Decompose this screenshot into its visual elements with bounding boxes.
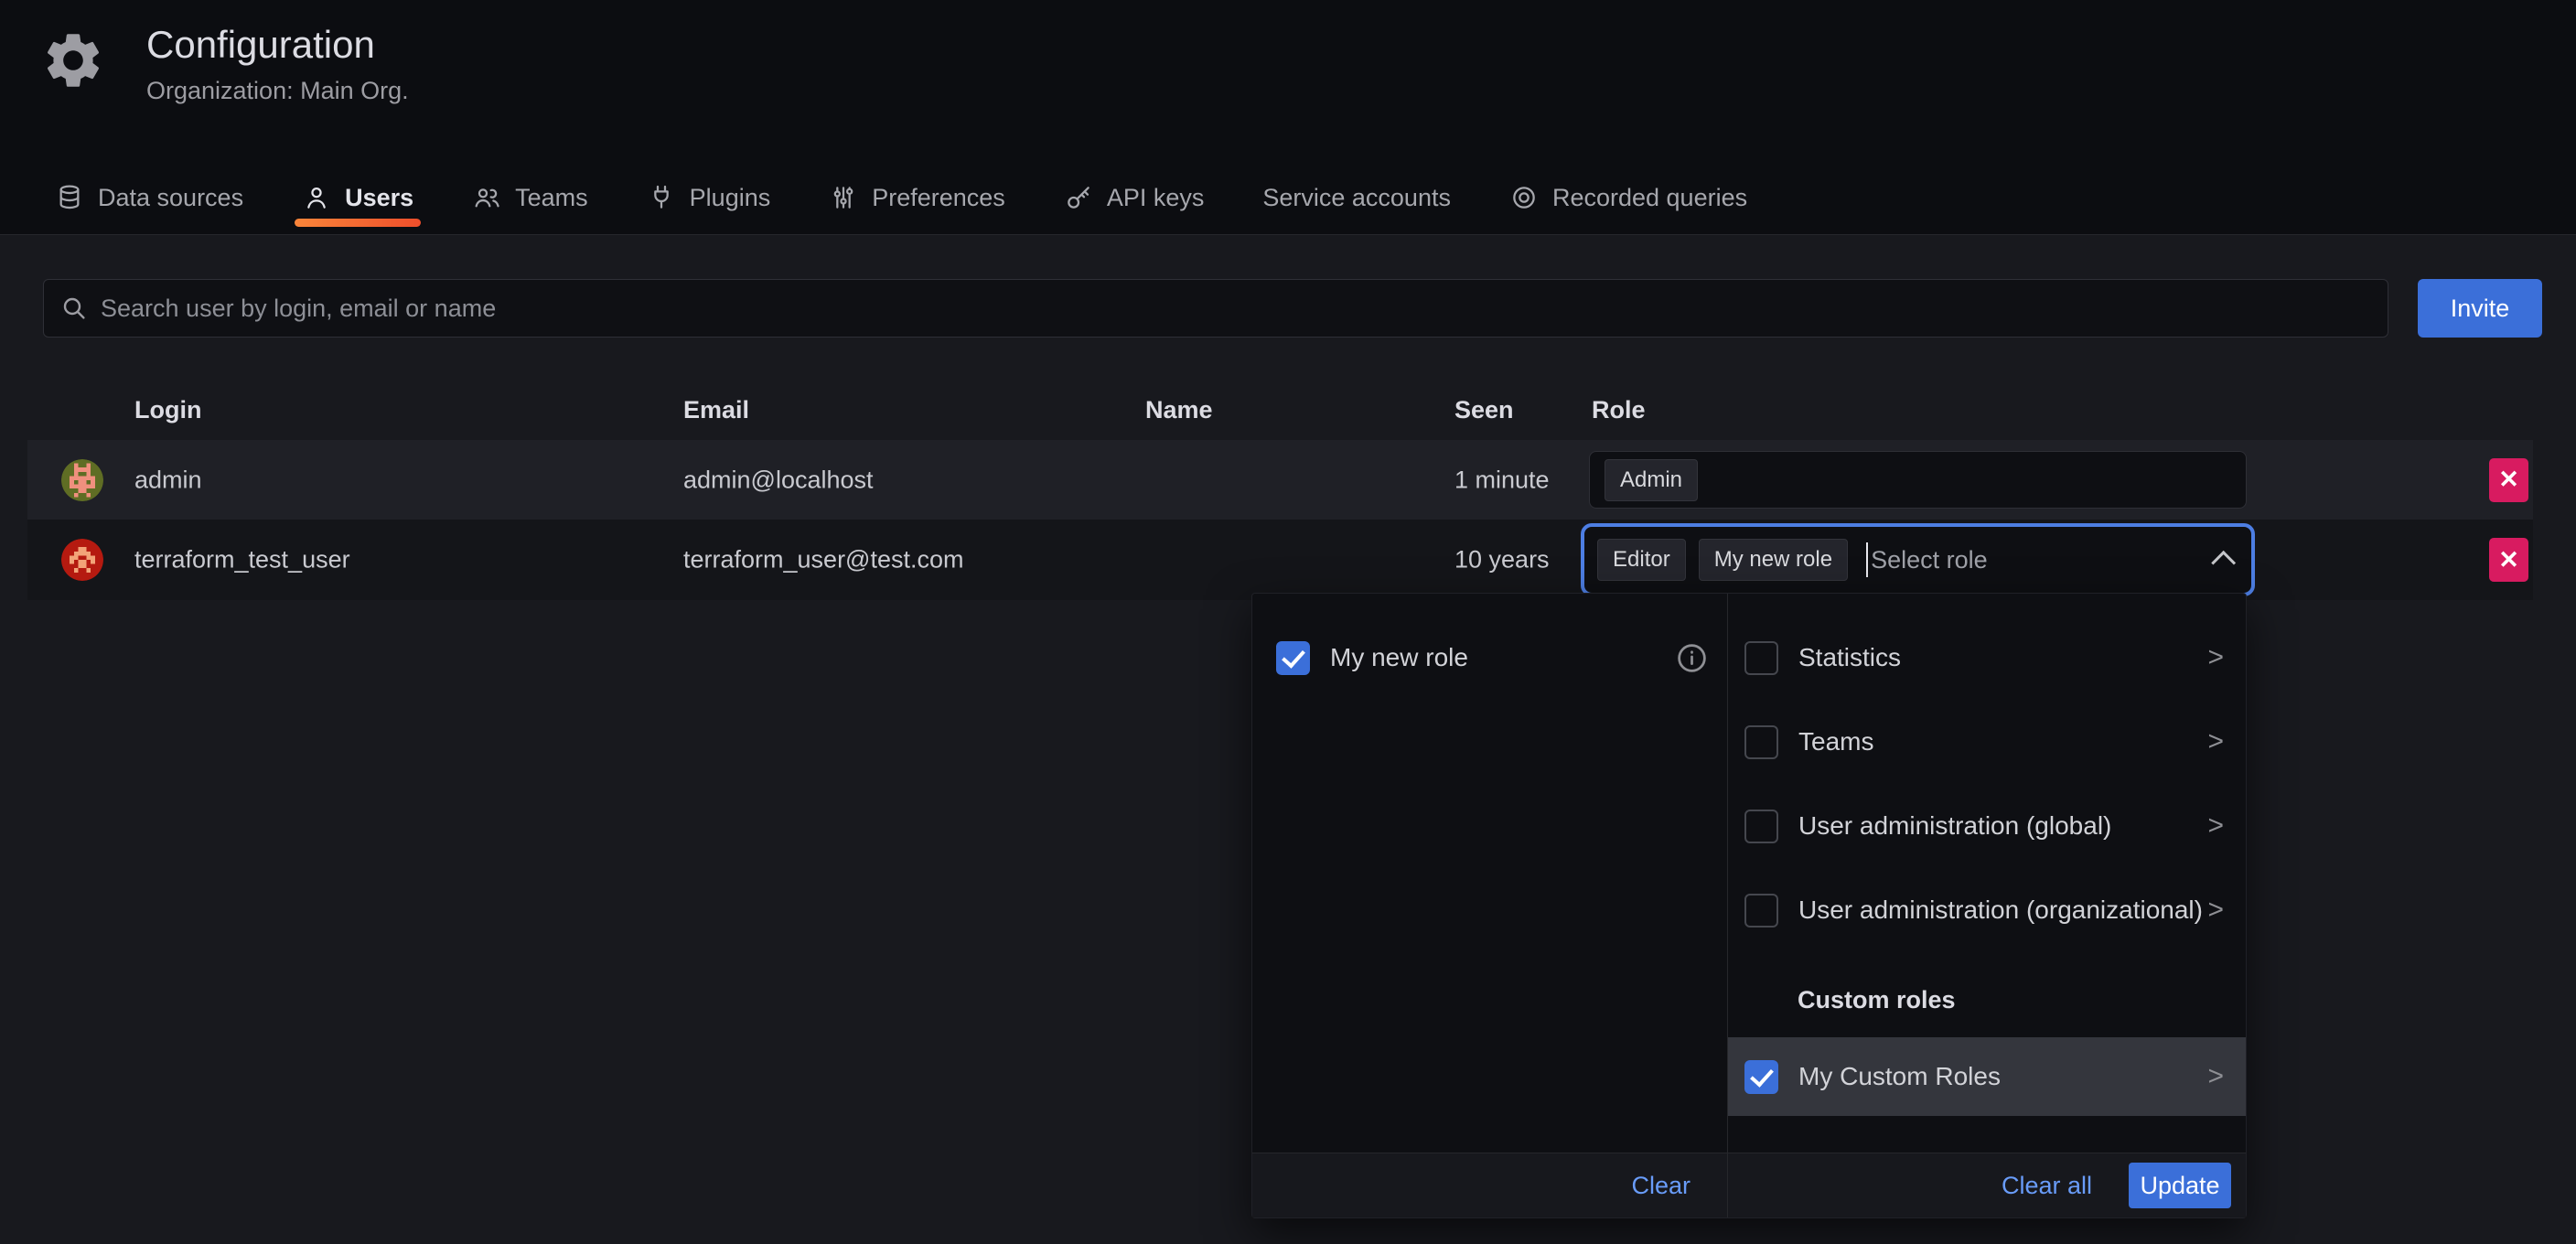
- role-select-placeholder-wrap: Select role: [1866, 542, 1988, 577]
- tab-teams[interactable]: Teams: [468, 183, 592, 234]
- update-button[interactable]: Update: [2129, 1163, 2231, 1208]
- chevron-right-icon: >: [2207, 642, 2224, 673]
- checkbox-unchecked[interactable]: [1744, 810, 1778, 843]
- record-icon: [1509, 183, 1539, 212]
- tab-label: Recorded queries: [1552, 184, 1747, 212]
- search-icon: [59, 294, 89, 323]
- page-header: Configuration Organization: Main Org.: [40, 24, 409, 105]
- sliders-icon: [829, 183, 858, 212]
- role-picker-open[interactable]: Editor My new role Select role: [1581, 523, 2255, 596]
- topbar: Configuration Organization: Main Org. Da…: [0, 0, 2576, 235]
- tab-label: Teams: [515, 184, 588, 212]
- chevron-right-icon: >: [2207, 726, 2224, 757]
- search-field-wrap: [43, 279, 2388, 338]
- table-row: terraform_test_user terraform_user@test.…: [27, 520, 2533, 600]
- active-tab-underline: [295, 219, 421, 227]
- tab-label: Service accounts: [1262, 184, 1451, 212]
- menu-item-label: User administration (global): [1798, 811, 2111, 841]
- avatar: [61, 539, 103, 581]
- search-input[interactable]: [43, 279, 2388, 338]
- menu-item-user-admin-org[interactable]: User administration (organizational) >: [1728, 868, 2246, 952]
- col-header-login: Login: [134, 396, 201, 424]
- role-groups-panel: Statistics > Teams > User administration…: [1728, 594, 2246, 1217]
- checkbox-unchecked[interactable]: [1744, 725, 1778, 759]
- menu-item-label: My new role: [1330, 643, 1468, 672]
- col-header-name: Name: [1145, 396, 1213, 424]
- key-icon: [1064, 183, 1093, 212]
- col-header-seen: Seen: [1454, 396, 1514, 424]
- col-header-role: Role: [1592, 396, 1646, 424]
- role-chip[interactable]: Editor: [1597, 539, 1686, 581]
- tab-preferences[interactable]: Preferences: [825, 183, 1009, 234]
- database-icon: [55, 183, 84, 212]
- checkbox-checked[interactable]: [1276, 641, 1310, 675]
- left-panel-footer: Clear: [1252, 1153, 1727, 1217]
- tab-recorded-queries[interactable]: Recorded queries: [1506, 183, 1751, 234]
- chevron-right-icon: >: [2207, 1061, 2224, 1092]
- menu-item-user-admin-global[interactable]: User administration (global) >: [1728, 784, 2246, 868]
- clear-button[interactable]: Clear: [1626, 1171, 1696, 1201]
- role-chip[interactable]: My new role: [1699, 539, 1848, 581]
- tab-data-sources[interactable]: Data sources: [51, 183, 247, 234]
- role-picker-dropdown: My new role Clear Statistics >: [1251, 593, 2247, 1218]
- tab-label: Preferences: [872, 184, 1005, 212]
- users-icon: [472, 183, 501, 212]
- col-header-email: Email: [683, 396, 749, 424]
- email-cell: terraform_user@test.com: [683, 546, 964, 574]
- right-panel-footer: Clear all Update: [1728, 1153, 2246, 1217]
- avatar: [61, 459, 103, 501]
- user-icon: [302, 183, 331, 212]
- tab-service-accounts[interactable]: Service accounts: [1259, 184, 1454, 234]
- custom-roles-header: Custom roles: [1728, 986, 2246, 1014]
- seen-cell: 10 years: [1454, 546, 1550, 574]
- menu-item-label: Teams: [1798, 727, 1873, 756]
- invite-button[interactable]: Invite: [2418, 279, 2542, 338]
- content-area: Invite Login Email Name Seen Role: [0, 235, 2576, 1244]
- menu-item-my-custom-roles[interactable]: My Custom Roles >: [1728, 1037, 2246, 1116]
- tab-label: API keys: [1107, 184, 1205, 212]
- menu-item-my-new-role[interactable]: My new role: [1252, 616, 1727, 700]
- chevron-right-icon: >: [2207, 810, 2224, 842]
- page-title: Configuration: [146, 24, 409, 66]
- role-chip[interactable]: Admin: [1605, 459, 1698, 501]
- users-toolbar: Invite: [43, 279, 2542, 338]
- close-icon: ✕: [2498, 466, 2519, 494]
- text-caret: [1866, 542, 1868, 577]
- checkbox-unchecked[interactable]: [1744, 641, 1778, 675]
- plug-icon: [647, 183, 676, 212]
- menu-item-teams[interactable]: Teams >: [1728, 700, 2246, 784]
- chevron-right-icon: >: [2207, 895, 2224, 926]
- gear-icon: [40, 27, 106, 93]
- seen-cell: 1 minute: [1454, 466, 1550, 494]
- tab-label: Data sources: [98, 184, 243, 212]
- menu-item-label: User administration (organizational): [1798, 895, 2203, 925]
- login-cell: admin: [134, 466, 202, 494]
- checkbox-checked[interactable]: [1744, 1060, 1778, 1094]
- email-cell: admin@localhost: [683, 466, 874, 494]
- tab-api-keys[interactable]: API keys: [1060, 183, 1208, 234]
- tab-label: Users: [345, 184, 413, 212]
- delete-user-button[interactable]: ✕: [2489, 458, 2528, 502]
- checkbox-unchecked[interactable]: [1744, 894, 1778, 928]
- clear-all-button[interactable]: Clear all: [1996, 1171, 2098, 1201]
- menu-item-statistics[interactable]: Statistics >: [1728, 616, 2246, 700]
- close-icon: ✕: [2498, 546, 2519, 574]
- grafana-org-users-page: { "page": { "title": "Configuration", "s…: [0, 0, 2576, 1244]
- page-subtitle: Organization: Main Org.: [146, 77, 409, 105]
- login-cell: terraform_test_user: [134, 546, 350, 574]
- role-select-placeholder: Select role: [1871, 546, 1988, 574]
- table-row: admin admin@localhost 1 minute Admin ✕: [27, 440, 2533, 520]
- tab-users[interactable]: Users: [298, 183, 417, 234]
- tab-label: Plugins: [690, 184, 771, 212]
- tab-plugins[interactable]: Plugins: [643, 183, 775, 234]
- delete-user-button[interactable]: ✕: [2489, 538, 2528, 582]
- menu-item-label: My Custom Roles: [1798, 1062, 2001, 1091]
- selected-roles-panel: My new role Clear: [1252, 594, 1728, 1217]
- info-icon[interactable]: [1675, 641, 1709, 675]
- role-picker-admin[interactable]: Admin: [1589, 451, 2247, 509]
- tabbar: Data sources Users Teams Plugins Pref: [51, 183, 1802, 234]
- table-header: Login Email Name Seen Role: [27, 389, 2549, 431]
- menu-item-label: Statistics: [1798, 643, 1901, 672]
- chevron-up-icon[interactable]: [2211, 550, 2236, 574]
